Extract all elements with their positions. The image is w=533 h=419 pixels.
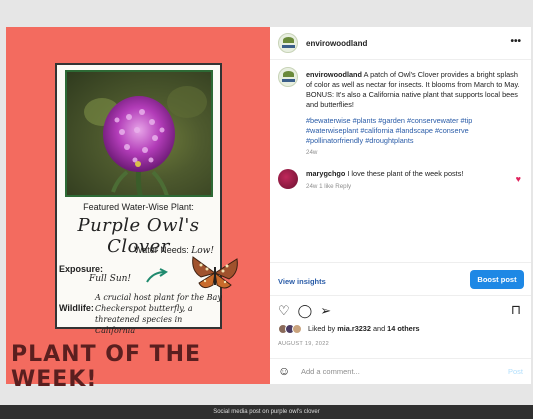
divider — [270, 262, 531, 263]
top-margin — [0, 0, 533, 27]
caption-username[interactable]: envirowoodland — [306, 70, 362, 79]
more-horizontal-icon[interactable]: ••• — [510, 36, 521, 47]
flower-photo — [65, 70, 213, 197]
heart-icon[interactable]: ♡ — [278, 303, 290, 318]
add-comment-bar: ☺ Add a comment... Post — [270, 358, 531, 384]
emoji-icon[interactable]: ☺ — [278, 364, 290, 378]
butterfly-icon — [192, 256, 238, 289]
comment-meta[interactable]: 24w 1 like Reply — [306, 183, 351, 190]
caption-text: envirowoodland A patch of Owl's Clover p… — [306, 70, 522, 110]
action-bar: ♡ ◯ ➢ — [278, 303, 339, 319]
hashtags[interactable]: #bewaterwise #plants #garden #conservewa… — [306, 116, 522, 146]
view-insights-link[interactable]: View insights — [278, 277, 326, 286]
boost-post-button[interactable]: Boost post — [470, 270, 524, 289]
liker-avatar[interactable] — [292, 324, 302, 335]
likes-user[interactable]: mia.r3232 — [337, 324, 371, 333]
likes-mid: and — [370, 324, 388, 333]
water-label: Water Needs: — [134, 245, 189, 255]
likes-count[interactable]: 14 others — [387, 324, 419, 333]
flower-illustration — [84, 86, 207, 195]
caption-time: 24w — [306, 149, 318, 156]
wildlife-text: A crucial host plant for the Bay Checker… — [95, 293, 222, 335]
post-sidebar: envirowoodland ••• envirowoodland A patc… — [270, 27, 531, 384]
arrow-icon — [146, 268, 168, 283]
poster-background: Featured Water-Wise Plant: Purple Owl's … — [6, 27, 270, 392]
wildlife-label: Wildlife: — [59, 303, 94, 313]
likes-summary: Liked by mia.r3232 and 14 others — [278, 324, 420, 335]
exposure-value: Full Sun! — [89, 274, 132, 284]
comment-text: I love these plant of the week posts! — [347, 169, 464, 178]
bookmark-icon[interactable]: ⊓ — [511, 302, 521, 318]
instagram-post: Featured Water-Wise Plant: Purple Owl's … — [6, 27, 531, 392]
divider — [270, 295, 531, 296]
exposure-label: Exposure: — [59, 264, 104, 274]
commenter-avatar[interactable] — [278, 169, 298, 189]
account-username[interactable]: envirowoodland — [306, 39, 367, 48]
plant-of-week-banner: PLANT OF THE WEEK! — [11, 342, 202, 392]
poster-card: Featured Water-Wise Plant: Purple Owl's … — [55, 63, 238, 335]
comment-username[interactable]: marygchgo — [306, 169, 345, 178]
post-header: envirowoodland ••• — [270, 27, 531, 60]
featured-label: Featured Water-Wise Plant: — [83, 202, 194, 212]
footer-caption: Social media post on purple owl's clover — [0, 405, 533, 419]
likes-prefix: Liked by — [308, 324, 338, 333]
caption-avatar[interactable] — [278, 67, 298, 87]
screenshot: Featured Water-Wise Plant: Purple Owl's … — [0, 0, 533, 419]
post-date: AUGUST 19, 2022 — [278, 341, 330, 347]
post-media[interactable]: Featured Water-Wise Plant: Purple Owl's … — [6, 27, 270, 392]
post-comment-button[interactable]: Post — [508, 367, 523, 376]
add-comment-input[interactable]: Add a comment... — [301, 367, 360, 376]
comment-icon[interactable]: ◯ — [298, 303, 313, 318]
comment-heart-icon[interactable]: ♥ — [516, 174, 521, 184]
comment: marygchgo I love these plant of the week… — [306, 169, 506, 179]
account-avatar[interactable] — [278, 33, 298, 53]
share-icon[interactable]: ➢ — [320, 303, 331, 318]
